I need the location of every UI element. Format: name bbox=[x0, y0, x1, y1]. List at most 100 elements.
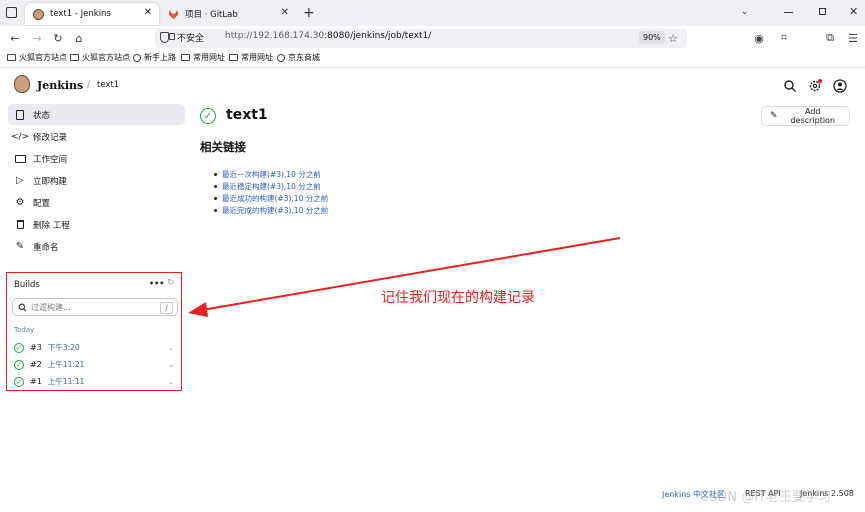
minimize-icon[interactable] bbox=[784, 12, 793, 13]
bookmark-item[interactable]: 京东商城 bbox=[277, 52, 320, 63]
sidebar-item-status[interactable]: 状态 bbox=[8, 104, 185, 125]
annotation-text: 记住我们现在的构建记录 bbox=[381, 290, 535, 306]
bookmark-item[interactable]: 新手上路 bbox=[133, 52, 176, 63]
builds-filter[interactable]: / bbox=[12, 298, 178, 316]
tab-overview-icon[interactable] bbox=[6, 7, 17, 18]
sidebar-item-changes[interactable]: </> 修改记录 bbox=[8, 126, 185, 147]
bullet bbox=[214, 173, 217, 176]
sidebar-item-label: 状态 bbox=[33, 110, 51, 121]
permalink-text[interactable]: 最近成功的构建(#3),10 分之前 bbox=[222, 193, 328, 204]
globe-icon bbox=[133, 53, 141, 62]
play-icon: ▷ bbox=[16, 175, 24, 186]
url-text[interactable]: http://192.168.174.30:8080/jenkins/job/t… bbox=[225, 31, 431, 41]
jenkins-header bbox=[0, 68, 865, 102]
manage-gear-icon[interactable] bbox=[808, 79, 822, 93]
home-icon[interactable]: ⌂ bbox=[71, 30, 87, 46]
build-number[interactable]: #3 bbox=[30, 343, 42, 352]
builds-filter-input[interactable] bbox=[31, 301, 151, 313]
insecure-lock-icon[interactable] bbox=[169, 33, 175, 40]
sidebar-item-delete[interactable]: 删除 工程 bbox=[8, 214, 185, 235]
globe-icon bbox=[277, 53, 285, 62]
filter-shortcut-key: / bbox=[160, 302, 173, 314]
folder-icon bbox=[181, 54, 190, 61]
search-icon bbox=[18, 303, 27, 312]
build-row[interactable]: ✓ #1 上午11:11 ⌄ bbox=[12, 374, 178, 389]
build-time: 上午11:21 bbox=[47, 360, 85, 369]
screenshot-icon[interactable]: ⌗ bbox=[776, 30, 792, 46]
restore-icon[interactable] bbox=[819, 8, 826, 15]
build-number[interactable]: #2 bbox=[30, 360, 42, 369]
sidebar-item-configure[interactable]: ⚙ 配置 bbox=[8, 192, 185, 213]
forward-icon[interactable]: → bbox=[29, 30, 45, 46]
back-icon[interactable]: ← bbox=[7, 30, 23, 46]
build-row[interactable]: ✓ #3 下午3:20 ⌄ bbox=[12, 340, 178, 355]
permalink-text[interactable]: 最近稳定构建(#3),10 分之前 bbox=[222, 181, 321, 192]
permalink-text[interactable]: 最近一次构建(#3),10 分之前 bbox=[222, 169, 321, 180]
extensions-icon[interactable]: ⧉ bbox=[822, 30, 838, 46]
sidebar-item-label: 重命名 bbox=[33, 242, 59, 253]
close-tab-icon[interactable]: ✕ bbox=[144, 7, 152, 18]
builds-title: Builds bbox=[14, 280, 40, 290]
bookmark-item[interactable]: 常用网址 bbox=[229, 52, 273, 63]
reload-icon[interactable]: ↻ bbox=[50, 30, 66, 46]
sidebar-item-label: 删除 工程 bbox=[33, 220, 70, 231]
jenkins-brand[interactable]: Jenkins bbox=[37, 79, 83, 92]
permalink-item[interactable]: 最近完成的构建(#3),10 分之前 bbox=[214, 205, 328, 216]
folder-icon bbox=[229, 54, 238, 61]
search-icon[interactable] bbox=[783, 79, 797, 93]
sidebar-item-label: 配置 bbox=[33, 198, 51, 209]
bookmark-label: 火狐官方站点 bbox=[19, 53, 67, 62]
permalink-item[interactable]: 最近成功的构建(#3),10 分之前 bbox=[214, 193, 328, 204]
bookmark-label: 新手上路 bbox=[144, 53, 176, 62]
build-row[interactable]: ✓ #2 上午11:21 ⌄ bbox=[12, 357, 178, 372]
tab-jenkins[interactable]: text1 - Jenkins ✕ bbox=[25, 3, 159, 25]
tab-list-chevron-icon[interactable]: ⌄ bbox=[741, 7, 749, 17]
sidebar-item-build-now[interactable]: ▷ 立即构建 bbox=[8, 170, 185, 191]
new-tab-button[interactable]: + bbox=[303, 5, 315, 21]
bookmark-star-icon[interactable]: ☆ bbox=[665, 30, 681, 46]
breadcrumb-job[interactable]: text1 bbox=[97, 80, 119, 90]
bookmark-item[interactable]: 常用网址 bbox=[181, 52, 225, 63]
zoom-level[interactable]: 90% bbox=[639, 31, 665, 44]
chevron-down-icon[interactable]: ⌄ bbox=[168, 344, 174, 352]
folder-icon bbox=[70, 54, 79, 61]
code-icon: </> bbox=[10, 131, 30, 142]
add-description-label: Add description bbox=[790, 107, 836, 125]
sidebar-item-rename[interactable]: ✎ 重命名 bbox=[8, 236, 185, 257]
window-close-icon[interactable]: ✕ bbox=[849, 5, 858, 18]
add-description-button[interactable]: ✎ Add description bbox=[761, 106, 850, 126]
bookmark-label: 常用网址 bbox=[241, 53, 273, 62]
chevron-down-icon[interactable]: ⌄ bbox=[168, 378, 174, 386]
breadcrumb-separator: / bbox=[87, 79, 91, 90]
sidebar-item-label: 修改记录 bbox=[33, 132, 68, 143]
success-check-icon: ✓ bbox=[14, 376, 24, 387]
build-number[interactable]: #1 bbox=[30, 377, 42, 386]
tab-gitlab[interactable]: 项目 · GitLab ✕ bbox=[160, 3, 296, 25]
bookmark-item[interactable]: 火狐官方站点 bbox=[70, 52, 130, 63]
jenkins-logo-icon[interactable] bbox=[14, 75, 30, 93]
insecure-label[interactable]: 不安全 bbox=[177, 31, 204, 44]
builds-more-button[interactable]: ••• bbox=[149, 279, 164, 288]
bookmark-item[interactable]: 火狐官方站点 bbox=[7, 52, 67, 63]
sidebar-item-workspace[interactable]: 工作空间 bbox=[8, 148, 185, 169]
chevron-down-icon[interactable]: ⌄ bbox=[168, 361, 174, 369]
account-icon[interactable]: ◉ bbox=[751, 30, 767, 46]
jenkins-favicon-icon bbox=[33, 8, 44, 20]
permalink-item[interactable]: 最近一次构建(#3),10 分之前 bbox=[214, 169, 321, 180]
builds-refresh-icon[interactable]: ↻ bbox=[167, 278, 175, 288]
bookmark-label: 京东商城 bbox=[288, 53, 320, 62]
permalink-item[interactable]: 最近稳定构建(#3),10 分之前 bbox=[214, 181, 321, 192]
menu-icon[interactable]: ☰ bbox=[845, 30, 861, 46]
page-title: text1 bbox=[226, 107, 268, 123]
close-tab-icon[interactable]: ✕ bbox=[281, 7, 289, 18]
permalink-text[interactable]: 最近完成的构建(#3),10 分之前 bbox=[222, 205, 328, 216]
shield-icon[interactable] bbox=[160, 32, 169, 43]
tab-label: 项目 · GitLab bbox=[185, 10, 238, 20]
pencil-icon: ✎ bbox=[15, 241, 25, 252]
gear-icon: ⚙ bbox=[15, 197, 25, 208]
user-icon[interactable] bbox=[833, 79, 847, 93]
bullet bbox=[214, 209, 217, 212]
tab-label: text1 - Jenkins bbox=[50, 9, 111, 19]
gitlab-favicon-icon bbox=[168, 9, 179, 19]
status-icon bbox=[14, 109, 26, 121]
